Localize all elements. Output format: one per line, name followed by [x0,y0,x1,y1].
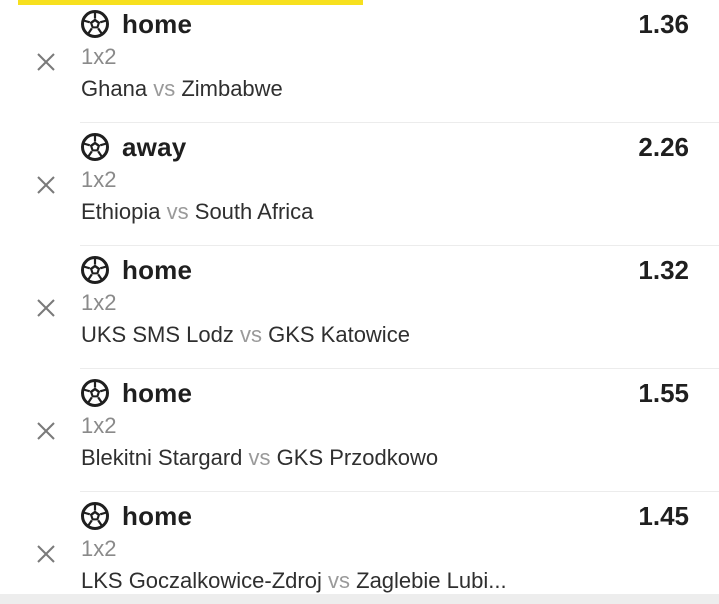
market-label: 1x2 [81,536,117,561]
close-icon [37,545,55,563]
vs-separator: vs [166,199,189,224]
bet-item: home 1.55 1x2 Blekitni Stargard vs GKS P… [0,369,719,492]
match-name: Ghana vs Zimbabwe [81,76,283,102]
bet-item: home 1.36 1x2 Ghana vs Zimbabwe [0,0,719,123]
soccer-ball-icon [81,502,109,530]
bet-item: away 2.26 1x2 Ethiopia vs South Africa [0,123,719,246]
home-team: Ethiopia [81,199,161,224]
vs-separator: vs [248,445,271,470]
bet-item: home 1.32 1x2 UKS SMS Lodz vs GKS Katowi… [0,246,719,369]
selection-label: away [122,131,187,162]
selection-line: home [80,6,192,42]
odds-value[interactable]: 1.36 [638,6,689,42]
away-team: GKS Przodkowo [276,445,439,470]
home-team: Ghana [81,76,148,101]
away-team: Zaglebie Lubi... [356,568,507,593]
remove-bet-button[interactable] [30,169,62,201]
betslip-page: home 1.36 1x2 Ghana vs Zimbabwe away 2.2… [0,0,719,604]
selection-label: home [122,8,193,39]
close-icon [37,422,55,440]
selection-label: home [122,500,193,531]
away-team: GKS Katowice [268,322,410,347]
odds-value[interactable]: 1.55 [638,375,689,411]
odds-value[interactable]: 1.32 [638,252,689,288]
selection-line: home [80,498,192,534]
remove-bet-button[interactable] [30,46,62,78]
soccer-ball-icon [81,379,109,407]
vs-separator: vs [328,568,350,593]
selection-line: away [80,129,186,165]
home-team: UKS SMS Lodz [81,322,234,347]
close-icon [37,299,55,317]
market-label: 1x2 [81,413,117,438]
vs-separator: vs [153,76,176,101]
match-name: LKS Goczalkowice-Zdroj vs Zaglebie Lubi.… [81,568,507,594]
remove-bet-button[interactable] [30,538,62,570]
vs-separator: vs [239,322,262,347]
remove-bet-button[interactable] [30,292,62,324]
bet-item: home 1.45 1x2 LKS Goczalkowice-Zdroj vs … [0,492,719,604]
selection-line: home [80,375,192,411]
close-icon [37,176,55,194]
match-name: Ethiopia vs South Africa [81,199,313,225]
odds-value[interactable]: 2.26 [638,129,689,165]
market-label: 1x2 [81,290,117,315]
away-team: South Africa [194,199,314,224]
soccer-ball-icon [81,133,109,161]
odds-value[interactable]: 1.45 [638,498,689,534]
match-name: UKS SMS Lodz vs GKS Katowice [81,322,410,348]
home-team: Blekitni Stargard [81,445,243,470]
home-team: LKS Goczalkowice-Zdroj [81,568,322,593]
selection-label: home [122,377,193,408]
market-label: 1x2 [81,44,117,69]
soccer-ball-icon [81,256,109,284]
away-team: Zimbabwe [181,76,283,101]
soccer-ball-icon [81,10,109,38]
bottom-bar [0,594,719,604]
selection-line: home [80,252,192,288]
market-label: 1x2 [81,167,117,192]
selection-label: home [122,254,193,285]
remove-bet-button[interactable] [30,415,62,447]
close-icon [37,53,55,71]
match-name: Blekitni Stargard vs GKS Przodkowo [81,445,438,471]
